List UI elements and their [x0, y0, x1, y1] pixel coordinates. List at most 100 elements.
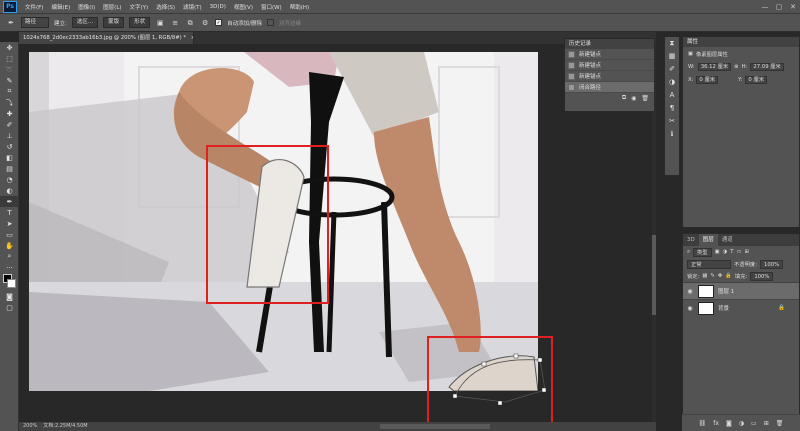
rectangle-tool-icon[interactable]: ▭	[0, 229, 19, 240]
character-panel-icon[interactable]: A	[665, 89, 679, 102]
gradient-tool-icon[interactable]: ▤	[0, 163, 19, 174]
background-color-swatch[interactable]	[7, 279, 16, 288]
delete-layer-icon[interactable]: 🗑	[776, 420, 784, 427]
adjustments-panel-icon[interactable]: ◑	[665, 76, 679, 89]
menu-layer[interactable]: 图层(L)	[99, 3, 125, 11]
filter-pixel-icon[interactable]: ▣	[715, 249, 720, 255]
snapshot-camera-icon[interactable]: ◉	[631, 95, 636, 102]
tab-channels[interactable]: 通道	[718, 234, 737, 246]
layer-filter-select[interactable]: 类型	[692, 247, 712, 257]
healing-brush-tool-icon[interactable]: ✚	[0, 108, 19, 119]
menu-view[interactable]: 视图(V)	[230, 3, 257, 11]
eyedropper-tool-icon[interactable]: ⤵	[0, 97, 19, 108]
history-item-selected[interactable]: 闭合路径	[565, 82, 654, 93]
opacity-field[interactable]: 100%	[759, 259, 784, 269]
path-alignment-icon[interactable]: ≡	[170, 18, 180, 28]
eraser-tool-icon[interactable]: ◧	[0, 152, 19, 163]
filter-smart-icon[interactable]: ⊞	[744, 249, 748, 255]
tab-3d[interactable]: 3D	[683, 234, 699, 246]
quick-mask-icon[interactable]: ◙	[0, 291, 19, 302]
settings-gear-icon[interactable]: ⚙	[200, 18, 210, 28]
history-panel-tab[interactable]: 历史记录	[565, 39, 654, 49]
menu-filter[interactable]: 滤镜(T)	[179, 3, 206, 11]
history-item[interactable]: 新建锚点	[565, 60, 654, 71]
height-field[interactable]: 27.09 厘米	[750, 62, 784, 71]
visibility-eye-icon[interactable]: ◉	[686, 305, 694, 312]
type-tool-icon[interactable]: T	[0, 207, 19, 218]
menu-window[interactable]: 窗口(W)	[257, 3, 286, 11]
visibility-eye-icon[interactable]: ◉	[686, 288, 694, 295]
auto-add-delete-checkbox[interactable]: ✓	[215, 19, 223, 26]
swatches-panel-icon[interactable]: ▦	[665, 50, 679, 63]
layer-row-background[interactable]: ◉ 背景 🔒	[683, 299, 799, 316]
tool-presets-icon[interactable]: ✂	[665, 115, 679, 128]
path-arrangement-icon[interactable]: ⧉	[185, 18, 195, 28]
menu-3d[interactable]: 3D(D)	[206, 4, 230, 10]
marquee-tool-icon[interactable]: ⬚	[0, 53, 19, 64]
more-tools-icon[interactable]: ···	[0, 262, 19, 273]
make-shape-button[interactable]: 形状	[129, 17, 151, 28]
path-operations-icon[interactable]: ▣	[155, 18, 165, 28]
menu-image[interactable]: 图像(I)	[74, 3, 99, 11]
lock-transparent-icon[interactable]: ▦	[702, 273, 707, 279]
layer-style-icon[interactable]: fx	[713, 420, 719, 427]
dodge-tool-icon[interactable]: ◐	[0, 185, 19, 196]
tool-mode-select[interactable]: 路径	[21, 17, 49, 28]
hand-tool-icon[interactable]: ✋	[0, 240, 19, 251]
brush-tool-icon[interactable]: ✐	[0, 119, 19, 130]
menu-edit[interactable]: 编辑(E)	[47, 3, 74, 11]
document-tab[interactable]: 1024x768_2d0ec2333ab16b3.jpg @ 200% (图层 …	[19, 32, 194, 44]
fill-field[interactable]: 100%	[750, 271, 774, 281]
y-field[interactable]: 0 厘米	[745, 75, 768, 84]
link-layers-icon[interactable]: ⛓	[699, 420, 707, 427]
add-mask-icon[interactable]: ◙	[726, 420, 732, 427]
delete-trash-icon[interactable]: 🗑	[641, 95, 649, 102]
history-panel-icon[interactable]: ⧗	[665, 37, 679, 50]
tab-layers[interactable]: 图层	[698, 234, 718, 246]
align-edges-checkbox[interactable]	[267, 19, 274, 26]
maximize-button[interactable]: ▢	[772, 1, 786, 13]
new-group-icon[interactable]: ▭	[751, 420, 757, 427]
make-mask-button[interactable]: 蒙版	[103, 17, 125, 28]
blend-mode-select[interactable]: 正常	[687, 259, 731, 269]
history-item[interactable]: 新建锚点	[565, 71, 654, 82]
zoom-tool-icon[interactable]: ⌕	[0, 251, 19, 262]
lasso-tool-icon[interactable]: ➰	[0, 64, 19, 75]
lock-position-icon[interactable]: ✥	[718, 273, 722, 279]
horizontal-scrollbar-thumb[interactable]	[380, 424, 490, 429]
history-item[interactable]: 新建锚点	[565, 49, 654, 60]
path-selection-tool-icon[interactable]: ➤	[0, 218, 19, 229]
minimize-button[interactable]: —	[758, 1, 772, 13]
pen-tool-icon[interactable]: ✒	[6, 18, 16, 28]
info-panel-icon[interactable]: ℹ	[665, 128, 679, 141]
filter-type-icon[interactable]: T	[730, 249, 733, 255]
layer-row-layer1[interactable]: ◉ 图层 1	[683, 282, 799, 299]
x-field[interactable]: 0 厘米	[696, 75, 719, 84]
zoom-level[interactable]: 200%	[23, 422, 37, 431]
new-layer-icon[interactable]: ⊞	[764, 420, 769, 427]
make-selection-button[interactable]: 选区...	[71, 17, 99, 28]
adjustment-layer-icon[interactable]: ◑	[739, 420, 744, 427]
move-tool-icon[interactable]: ✥	[0, 42, 19, 53]
blur-tool-icon[interactable]: ◔	[0, 174, 19, 185]
properties-panel-tab[interactable]: 属性	[683, 37, 799, 47]
link-icon[interactable]: ⊗	[734, 64, 738, 70]
color-swatches[interactable]	[0, 273, 19, 291]
pen-tool-icon[interactable]: ✒	[0, 196, 19, 207]
menu-file[interactable]: 文件(F)	[21, 3, 47, 11]
crop-tool-icon[interactable]: ⌗	[0, 86, 19, 97]
pen-path-overlay[interactable]	[430, 350, 550, 410]
history-brush-tool-icon[interactable]: ↺	[0, 141, 19, 152]
lock-image-icon[interactable]: ✎	[710, 273, 714, 279]
paragraph-panel-icon[interactable]: ¶	[665, 102, 679, 115]
menu-type[interactable]: 文字(Y)	[126, 3, 153, 11]
vertical-scrollbar-thumb[interactable]	[652, 235, 656, 315]
new-document-from-state-icon[interactable]: ⧉	[622, 94, 626, 102]
screen-mode-icon[interactable]: ▢	[0, 302, 19, 313]
filter-adjust-icon[interactable]: ◑	[723, 249, 728, 255]
close-window-button[interactable]: ✕	[786, 1, 800, 13]
clone-stamp-tool-icon[interactable]: ⊥	[0, 130, 19, 141]
menu-help[interactable]: 帮助(H)	[286, 3, 313, 11]
width-field[interactable]: 36.12 厘米	[697, 62, 732, 71]
brush-panel-icon[interactable]: ✐	[665, 63, 679, 76]
